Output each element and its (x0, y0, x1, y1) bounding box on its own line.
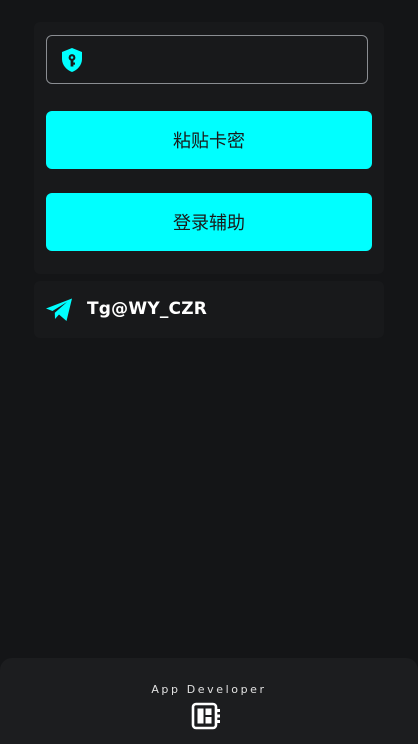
login-assist-button[interactable]: 登录辅助 (46, 193, 372, 251)
login-card: 粘贴卡密 登录辅助 (34, 22, 384, 274)
developer-board-icon (191, 702, 220, 730)
login-assist-label: 登录辅助 (173, 213, 245, 234)
telegram-icon (46, 298, 72, 321)
shield-key-icon (62, 48, 82, 72)
card-key-input[interactable] (95, 36, 365, 84)
paste-card-key-button[interactable]: 粘贴卡密 (46, 111, 372, 169)
app-developer-label: App Developer (151, 683, 267, 696)
telegram-handle: Tg@WY_CZR (87, 299, 208, 319)
card-key-field[interactable] (46, 35, 368, 84)
telegram-contact-card[interactable]: Tg@WY_CZR (34, 281, 384, 338)
paste-card-key-label: 粘贴卡密 (173, 131, 245, 152)
footer: App Developer (0, 658, 418, 744)
